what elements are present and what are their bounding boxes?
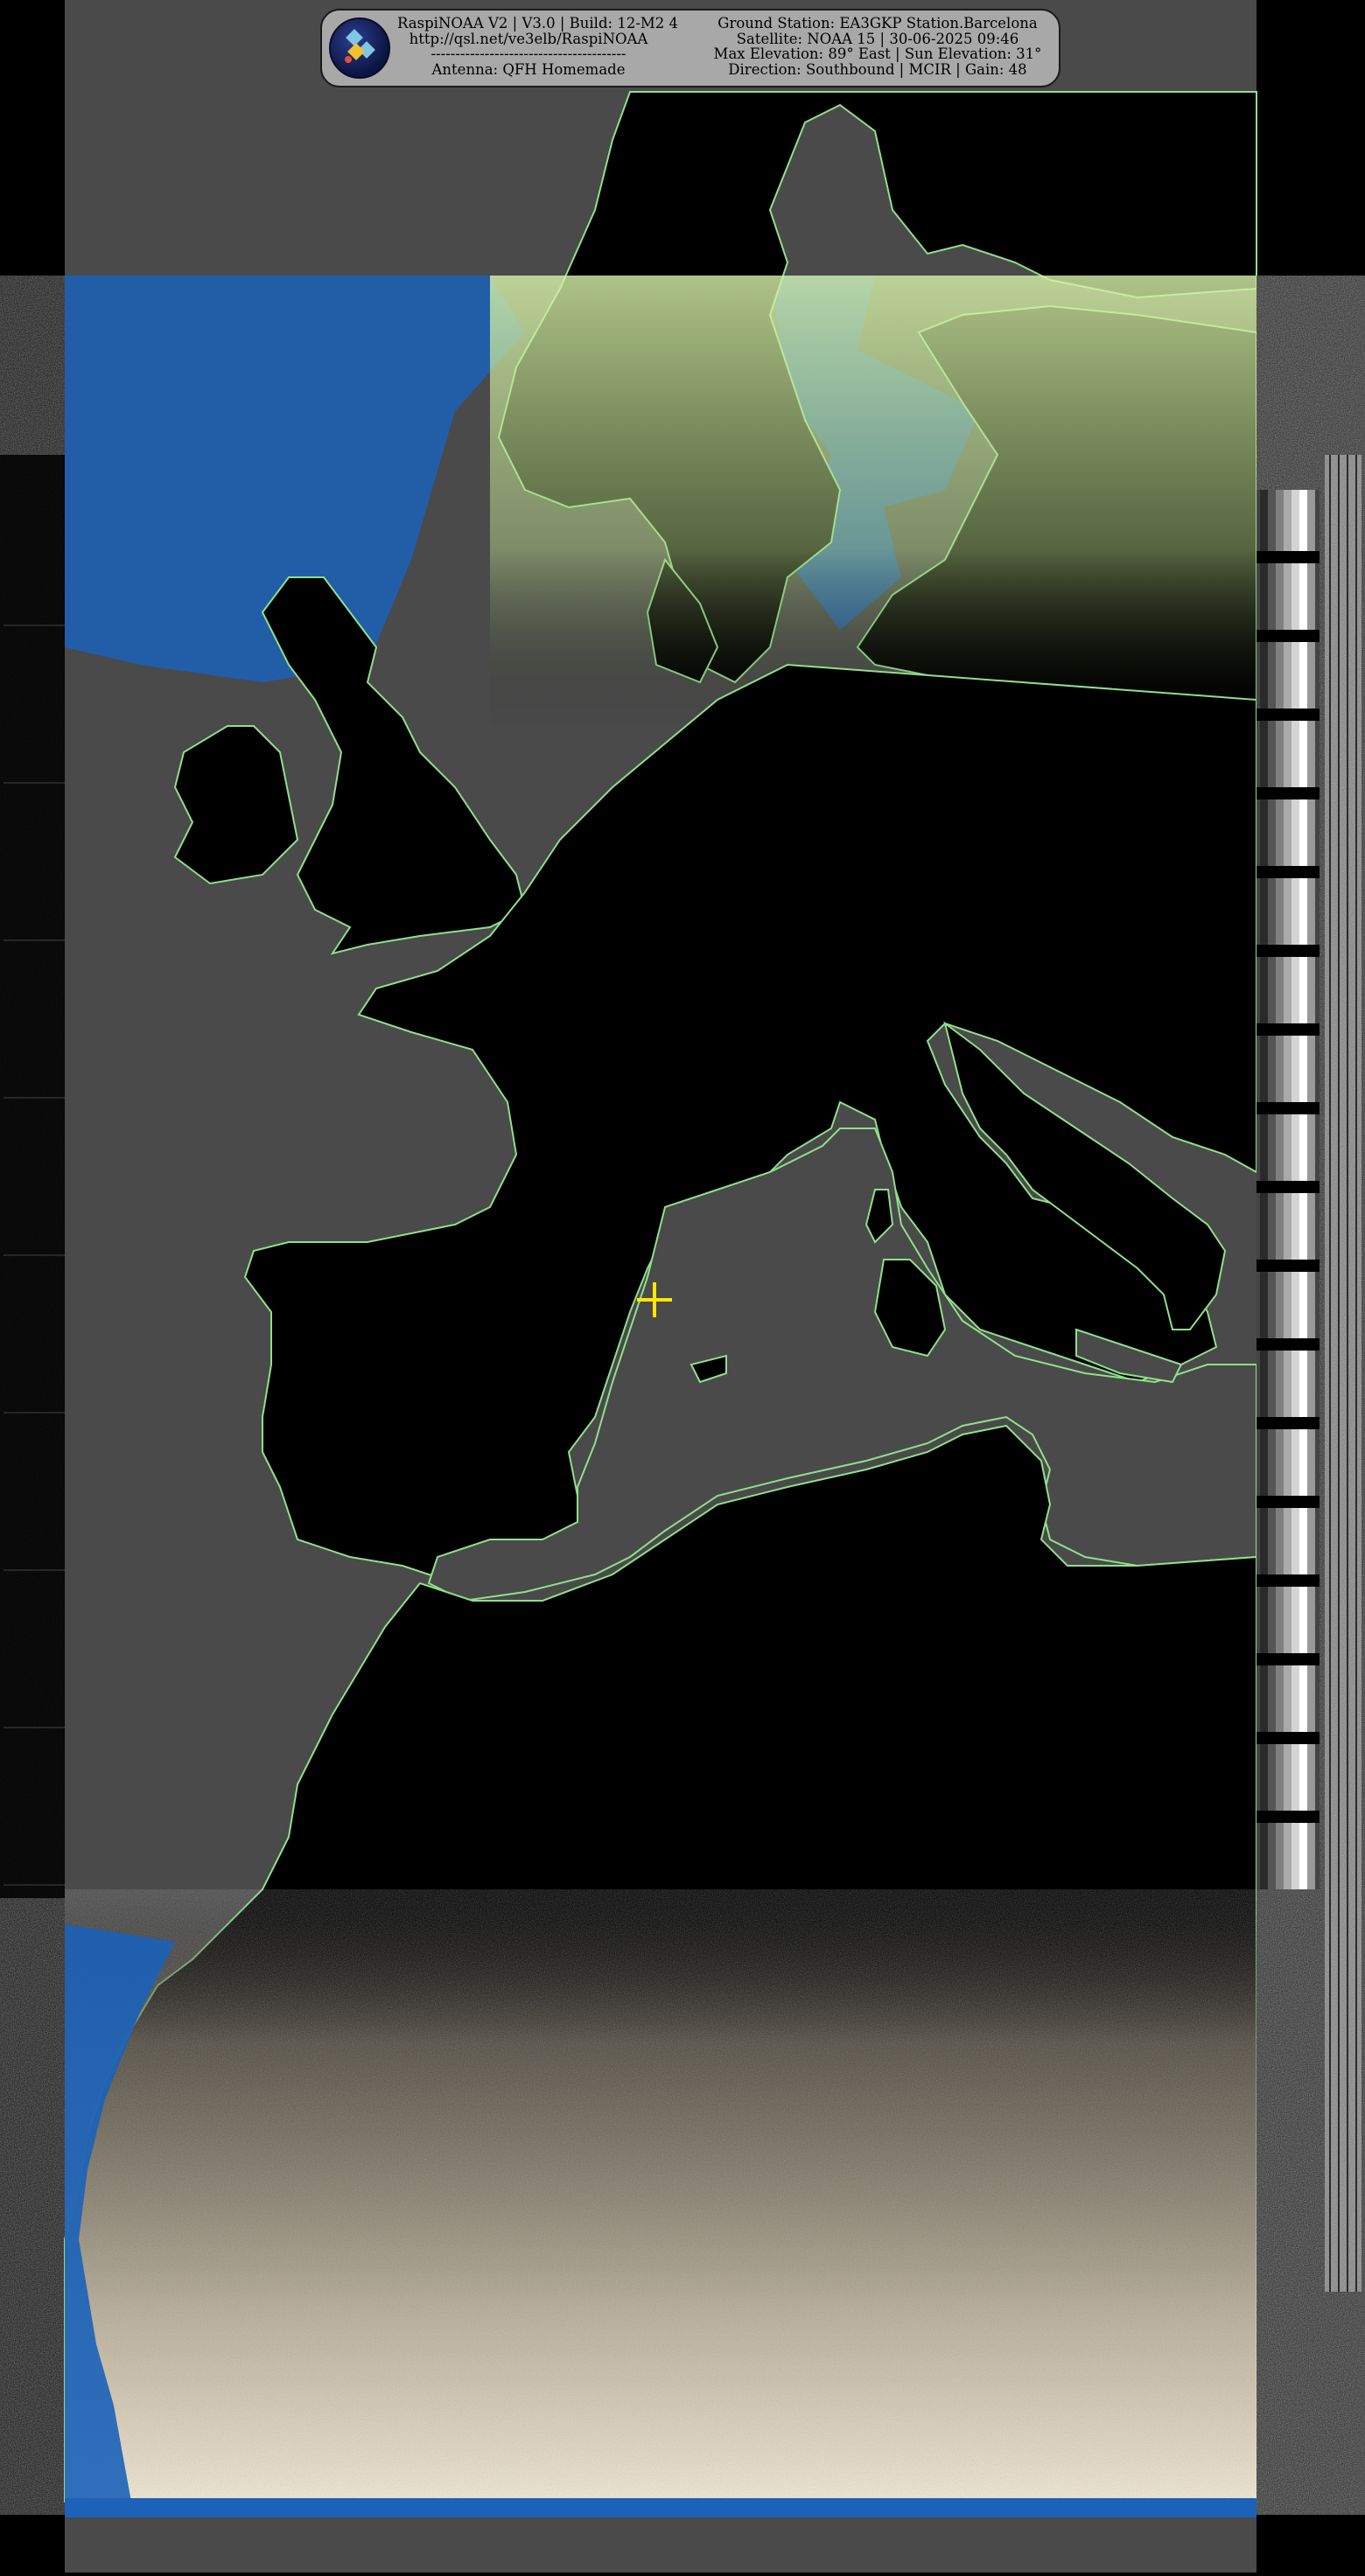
ground-station-line: Ground Station: EA3GKP Station.Barcelona — [718, 15, 1038, 31]
antenna-line: Antenna: QFH Homemade — [431, 60, 626, 78]
bottom-band — [65, 2498, 1256, 2517]
software-line: RaspiNOAA V2 | V3.0 | Build: 12-M2 4 — [397, 15, 679, 31]
separator-line: ---------------------------------------- — [430, 45, 626, 63]
satellite-line: Satellite: NOAA 15 | 30-06-2025 09:46 — [736, 30, 1019, 47]
elevation-line: Max Elevation: 89° East | Sun Elevation:… — [713, 45, 1042, 63]
direction-line: Direction: Southbound | MCIR | Gain: 48 — [728, 60, 1027, 78]
header-right-column: Ground Station: EA3GKP Station.Barcelona… — [707, 16, 1048, 77]
satellite-image: RaspiNOAA V2 | V3.0 | Build: 12-M2 4 htt… — [0, 0, 1365, 2573]
telemetry-wedges — [1256, 490, 1320, 1889]
url-line: http://qsl.net/ve3elb/RaspiNOAA — [409, 30, 648, 47]
info-header: RaspiNOAA V2 | V3.0 | Build: 12-M2 4 htt… — [320, 9, 1060, 87]
map-canvas — [0, 0, 1365, 2573]
station-crosshair-icon — [637, 1282, 672, 1317]
satellite-logo-icon — [329, 17, 390, 79]
header-left-column: RaspiNOAA V2 | V3.0 | Build: 12-M2 4 htt… — [397, 15, 679, 78]
